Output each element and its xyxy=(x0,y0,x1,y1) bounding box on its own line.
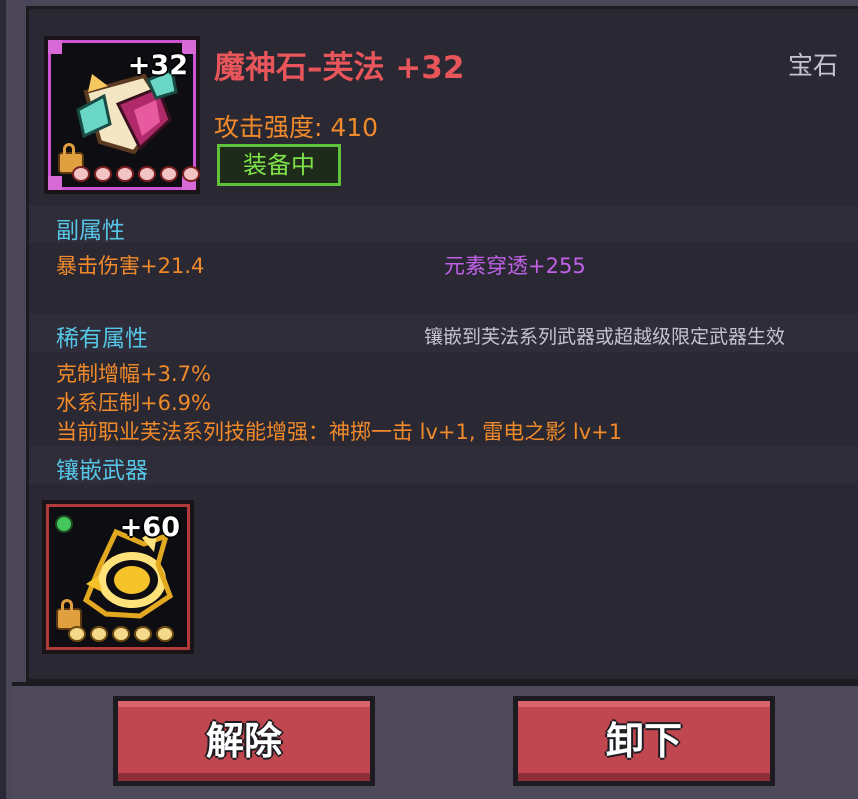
sub-attribute-element-pen: 元素穿透+255 xyxy=(444,254,586,278)
remove-button[interactable]: 解除 xyxy=(113,696,375,786)
inlay-weapon-title: 镶嵌武器 xyxy=(56,458,148,484)
star-icon xyxy=(94,166,112,182)
sub-attribute-crit-damage: 暴击伤害+21.4 xyxy=(56,254,205,278)
star-icon xyxy=(116,166,134,182)
rare-attribute-line: 当前职业芙法系列技能增强：神掷一击 lv+1, 雷电之影 lv+1 xyxy=(56,420,623,444)
enhance-level: +32 xyxy=(127,50,188,81)
rare-attribute-line: 水系压制+6.9% xyxy=(56,391,211,415)
item-name: 魔神石–芙法 +32 xyxy=(214,50,465,86)
item-category: 宝石 xyxy=(788,51,839,80)
star-icon xyxy=(112,626,130,642)
unequip-button[interactable]: 卸下 xyxy=(513,696,775,786)
gem-slot[interactable]: +32 xyxy=(44,36,200,194)
rare-attribute-line: 克制增幅+3.7% xyxy=(56,362,211,386)
attack-stat: 攻击强度: 410 xyxy=(214,113,379,142)
star-icon xyxy=(156,626,174,642)
star-icon xyxy=(134,626,152,642)
sub-attributes-title: 副属性 xyxy=(56,218,125,244)
star-icon xyxy=(68,626,86,642)
rare-attributes-title: 稀有属性 xyxy=(56,326,148,352)
star-icon xyxy=(182,166,200,182)
sub-attributes-header xyxy=(29,205,858,243)
star-rating xyxy=(68,626,174,642)
item-detail-window: +32 魔神石–芙法 +32 宝石 攻击强度: 410 装备中 副属性 暴击伤害… xyxy=(0,0,858,799)
weapon-enhance-level: +60 xyxy=(119,512,180,543)
inlay-weapon-header xyxy=(29,446,858,484)
rare-attributes-hint: 镶嵌到芙法系列武器或超越级限定武器生效 xyxy=(424,326,786,348)
star-icon xyxy=(138,166,156,182)
star-icon xyxy=(90,626,108,642)
equipped-badge: 装备中 xyxy=(217,144,341,186)
star-rating xyxy=(72,166,200,182)
star-icon xyxy=(72,166,90,182)
star-icon xyxy=(160,166,178,182)
inlay-weapon-slot[interactable]: +60 xyxy=(42,500,194,654)
